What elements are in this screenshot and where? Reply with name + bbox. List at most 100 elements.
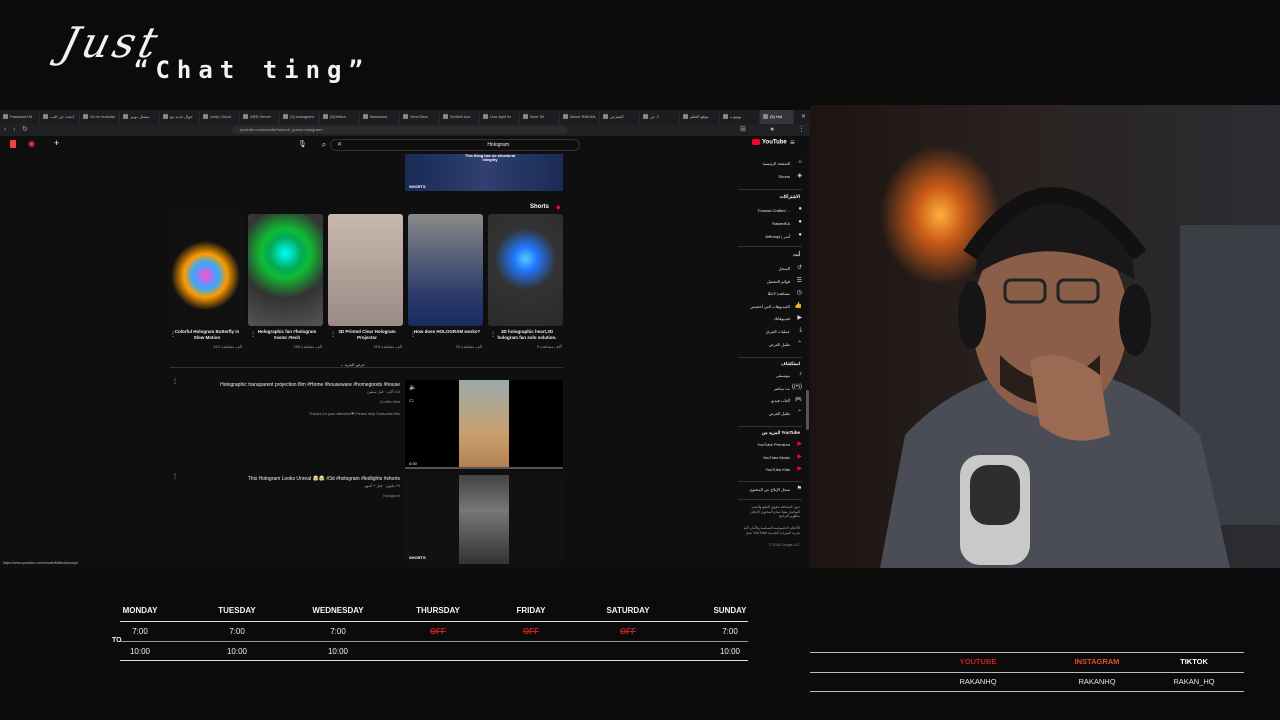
top-short-thumbnail[interactable]: This thing has no structural integrity S… xyxy=(405,154,563,191)
sidebar-item[interactable]: بث مباشر ((•)) xyxy=(730,384,802,395)
footer-policies[interactable]: الأحكام الخصوصية السياسة والأمان آلية عم… xyxy=(740,526,800,535)
sidebar-item[interactable]: عمليات التنزيل ⤓ xyxy=(730,327,802,338)
sidebar-divider xyxy=(738,481,802,482)
tab-label: ARB Server xyxy=(250,114,272,119)
sidebar-item[interactable]: الصفحة الرئيسية ⌂ xyxy=(730,159,802,170)
short-thumbnail[interactable] xyxy=(248,214,323,326)
back-icon[interactable]: ‹ xyxy=(4,126,6,134)
social-divider xyxy=(810,672,1244,673)
tab-label: عن Z xyxy=(650,114,659,119)
captions-icon[interactable]: ▭ xyxy=(409,398,414,404)
browser-tab[interactable]: About RAKAN xyxy=(560,110,600,124)
sidebar-item[interactable]: تقليل العرض ⌃ xyxy=(730,410,802,420)
sidebar-item[interactable]: فيديوهاتك ▶ xyxy=(730,315,802,325)
browser-tab[interactable]: (8)Telbot xyxy=(320,110,360,124)
shorts-section-title: Shorts xyxy=(530,204,550,210)
sidebar-item[interactable]: RawedKA ● xyxy=(730,219,802,230)
address-bar[interactable]: youtube.com/results?search_query=hologra… xyxy=(232,126,567,134)
create-plus-icon[interactable]: + xyxy=(54,138,59,148)
sidebar-item[interactable]: السجل ↺ xyxy=(730,265,802,275)
browser-tab[interactable]: عن Z xyxy=(640,110,680,124)
search-icon[interactable]: ⌕ xyxy=(318,139,330,151)
more-options-icon[interactable]: ⋮ xyxy=(172,378,178,385)
sidebar-item[interactable]: YouTube Kids ▶ xyxy=(730,466,802,476)
more-options-icon[interactable]: ⋮ xyxy=(250,331,256,338)
video-frame xyxy=(459,380,509,469)
browser-tab[interactable]: ScribAI doc xyxy=(440,110,480,124)
sidebar-item[interactable]: قوائم التشغيل ☰ xyxy=(730,278,802,288)
favicon-icon xyxy=(563,114,568,120)
more-options-icon[interactable]: ⋮ xyxy=(172,473,178,480)
browser-tab[interactable]: Unity Cloud xyxy=(200,110,240,124)
browser-tab[interactable]: المعرض xyxy=(600,110,640,124)
browser-tab[interactable]: ابحث عن التب xyxy=(40,110,80,124)
browser-tab[interactable]: (3) Instagram xyxy=(280,110,320,124)
sidebar-item[interactable]: Tomass Crafted ... ● xyxy=(730,206,802,217)
more-options-icon[interactable]: ⋮ xyxy=(490,331,496,338)
sidebar-item[interactable]: الفيديوهات التي أعجبتني 👍 xyxy=(730,303,802,313)
browser-tab[interactable]: ARB Server xyxy=(240,110,280,124)
browser-tab[interactable]: (5) Hol xyxy=(760,110,794,124)
mic-icon[interactable]: 🎙 xyxy=(298,139,308,151)
short-title[interactable]: 3D Printed Clear Hologram Projector xyxy=(332,329,402,341)
extensions-icon[interactable]: ⊞ xyxy=(740,126,746,134)
sidebar-item[interactable]: ألعاب فيديو 🎮 xyxy=(730,397,802,407)
tab-label: موقع التعلم xyxy=(690,114,709,119)
sidebar-item[interactable]: YouTube Premium ▶ xyxy=(730,441,802,451)
sidebar-item[interactable]: Shorts ◈ xyxy=(730,173,802,183)
video-title[interactable]: This Hologram Looks Unreal 🤯🤯 #3d #holog… xyxy=(180,476,400,482)
sidebar-divider xyxy=(738,426,802,427)
tab-label: Go to recitatio xyxy=(90,114,115,119)
sidebar-item[interactable]: موسيقى ♪ xyxy=(730,371,802,382)
browser-tab[interactable]: Now Tel xyxy=(520,110,560,124)
browser-tab[interactable]: VirusTotal xyxy=(400,110,440,124)
browser-tab[interactable]: Live April th xyxy=(480,110,520,124)
profile-avatar-icon[interactable]: ◉ xyxy=(28,139,35,148)
browser-tab[interactable]: مشغل نوبير xyxy=(120,110,160,124)
sidebar-item[interactable]: Jeffumpi | أسر ● xyxy=(730,232,802,243)
sidebar-item[interactable]: تقليل العرض ⌃ xyxy=(730,341,802,351)
schedule-end-time: 10:00 xyxy=(719,647,741,656)
more-options-icon[interactable]: ⋮ xyxy=(330,331,336,338)
footer-links[interactable]: حول الصحافة حقوق الطبع والنشر التواصل مع… xyxy=(740,505,800,519)
browser-tab[interactable]: Password M xyxy=(0,110,40,124)
youtube-logo[interactable]: YouTube xyxy=(752,139,787,146)
short-thumbnail[interactable] xyxy=(488,214,563,326)
more-options-icon[interactable]: ⋮ xyxy=(410,331,416,338)
browser-tab[interactable]: موقع التعلم xyxy=(680,110,720,124)
short-title[interactable]: How does HOLOGRAM works? xyxy=(412,329,482,335)
sidebar-item[interactable]: YouTube Music ▶ xyxy=(730,454,802,464)
browser-tab[interactable]: Go to recitatio xyxy=(80,110,120,124)
short-views: 288 ألف مشاهدة xyxy=(293,344,322,349)
sidebar-item[interactable]: مشاهدة لاحقًا ◷ xyxy=(730,290,802,300)
sidebar-item[interactable]: سجل الإبلاغ عن المحتوى ⚑ xyxy=(730,486,802,496)
search-input[interactable]: ✕ Hologram xyxy=(330,139,580,151)
browser-tab[interactable]: Blackrock xyxy=(360,110,400,124)
video-title[interactable]: Holographic transparent projection film … xyxy=(180,382,400,388)
short-title[interactable]: Colorful Hologram Butterfly in Slow Moti… xyxy=(172,329,242,341)
window-close-icon[interactable]: ✕ xyxy=(801,110,806,124)
reload-icon[interactable]: ↻ xyxy=(22,126,28,134)
scrollbar[interactable] xyxy=(806,390,809,430)
browser-tab[interactable]: جوال جديد مع xyxy=(160,110,200,124)
short-thumbnail[interactable] xyxy=(328,214,403,326)
browser-tab[interactable]: يوتيوب xyxy=(720,110,760,124)
short-thumbnail[interactable] xyxy=(168,214,243,326)
clear-search-icon[interactable]: ✕ xyxy=(337,140,342,150)
notification-icon[interactable] xyxy=(10,140,16,148)
mute-icon[interactable]: 🔈 xyxy=(409,384,416,391)
short-title[interactable]: Holographic fan #hologram #asmr #tech xyxy=(252,329,322,341)
video-thumbnail[interactable]: SHORTS xyxy=(405,475,563,564)
menu-icon[interactable]: ⋮ xyxy=(798,126,805,134)
forward-icon[interactable]: › xyxy=(13,126,15,134)
hamburger-icon[interactable]: ≡ xyxy=(790,138,795,147)
channel-name[interactable]: A Little Idea xyxy=(300,400,400,404)
video-thumbnail[interactable]: 🔈 ▭ 0:00 xyxy=(405,380,563,469)
channel-name[interactable]: Hologlove xyxy=(300,494,400,498)
profile-icon[interactable]: ● xyxy=(770,126,774,134)
short-thumbnail[interactable] xyxy=(408,214,483,326)
more-options-icon[interactable]: ⋮ xyxy=(170,331,176,338)
short-title[interactable]: 3D holographic heart,3D hologram fan sol… xyxy=(492,329,562,341)
video-progress-bar[interactable] xyxy=(405,467,563,469)
social-handle: RAKAN_HQ xyxy=(1173,677,1215,686)
